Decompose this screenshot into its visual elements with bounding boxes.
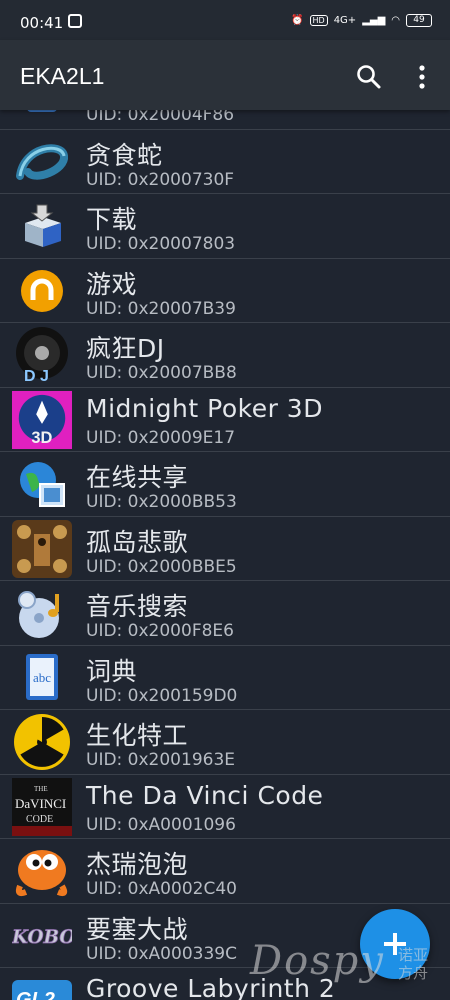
app-uid: UID: 0xA0001096 [86,814,236,835]
app-name: 生化特工 [86,721,189,750]
dictionary-icon: abc [12,650,72,706]
jerry-bubble-icon [12,843,72,899]
app-name: 在线共享 [86,463,189,492]
svg-text:KOBO: KOBO [12,926,72,947]
app-uid: UID: 0x200159D0 [86,685,238,706]
svg-text:CODE: CODE [26,814,53,825]
app-list[interactable]: UID: 0x20004F86 贪食蛇 UID: 0x2000730F 下载 U… [0,110,450,1000]
app-name: 下载 [86,205,138,234]
plus-icon [384,933,406,955]
download-icon [12,198,72,254]
svg-text:3D: 3D [31,429,52,447]
app-name: Midnight Poker 3D [86,393,323,423]
overflow-menu-button[interactable] [410,64,434,90]
games-icon [12,263,72,319]
alarm-icon: ⏰ [291,15,304,26]
app-name: 游戏 [86,269,138,299]
poker-3d-icon: 3D [12,390,72,449]
wifi-icon: ◠ [391,15,400,26]
app-name: 孤岛悲歌 [86,527,189,557]
add-app-button[interactable] [360,909,430,979]
app-uid: UID: 0x2001963E [86,750,236,770]
search-button[interactable] [356,64,382,90]
list-item[interactable]: abc 词典 UID: 0x200159D0 [0,646,450,710]
svg-text:D J: D J [24,368,49,383]
app-uid: UID: 0x2000730F [86,169,235,190]
list-item[interactable]: UID: 0x20004F86 [0,110,450,130]
app-name: 杰瑞泡泡 [86,850,189,879]
list-item[interactable]: 生化特工 UID: 0x2001963E [0,710,450,775]
app-uid: UID: 0x20007803 [86,234,236,254]
app-name: 词典 [86,656,138,686]
music-search-icon [12,585,72,641]
svg-text:THE: THE [34,785,48,793]
list-item[interactable]: 下载 UID: 0x20007803 [0,194,450,259]
app-name: 要塞大战 [86,914,189,944]
app-title: EKA2L1 [20,63,105,89]
app-uid: UID: 0xA0002C40 [86,879,237,899]
kobo-fortress-icon: KOBO [12,908,72,964]
more-vert-icon [419,65,425,89]
online-share-icon [12,456,72,512]
notification-icon [68,14,82,28]
snake-game-icon [12,134,72,190]
status-bar: 00:41 ⏰ HD 4G+ ▂▄▆ ◠ 49 [0,0,450,40]
list-item[interactable]: 音乐搜索 UID: 0x2000F8E6 [0,581,450,646]
list-item[interactable]: 贪食蛇 UID: 0x2000730F [0,130,450,194]
svg-text:DaVINCI: DaVINCI [15,796,66,811]
search-icon [357,65,381,89]
app-name: Groove Labyrinth 2 [86,974,336,1000]
list-item[interactable]: D J 疯狂DJ UID: 0x20007BB8 [0,323,450,388]
app-uid: UID: 0x20007B39 [86,298,236,319]
app-uid: UID: 0xA000339C [86,943,237,964]
app-bar: EKA2L1 [0,40,450,110]
groove-labyrinth-icon: GL2 [12,972,72,1000]
signal-icon: ▂▄▆ [362,15,386,26]
app-name: 音乐搜索 [86,592,189,621]
status-time: 00:41 [20,14,64,32]
da-vinci-code-icon: THE DaVINCI CODE [12,777,72,836]
svg-text:GL2: GL2 [16,989,55,1000]
app-uid: UID: 0x20007BB8 [86,363,237,383]
app-icon [12,110,72,125]
list-item[interactable]: 杰瑞泡泡 UID: 0xA0002C40 [0,839,450,904]
battery-icon: 49 [406,14,432,27]
radiation-icon [12,714,72,770]
app-uid: UID: 0x2000BBE5 [86,556,237,577]
list-item[interactable]: THE DaVINCI CODE The Da Vinci Code UID: … [0,775,450,839]
crazy-dj-icon: D J [12,327,72,383]
app-uid: UID: 0x20009E17 [86,427,236,448]
list-item[interactable]: 孤岛悲歌 UID: 0x2000BBE5 [0,517,450,581]
list-item[interactable]: 在线共享 UID: 0x2000BB53 [0,452,450,517]
network-label: 4G+ [333,15,357,26]
app-name: 疯狂DJ [86,334,165,363]
app-name: 贪食蛇 [86,140,163,170]
hd-icon: HD [309,15,328,26]
app-uid: UID: 0x2000BB53 [86,492,237,512]
app-uid: UID: 0x2000F8E6 [86,621,234,641]
island-game-icon [12,519,72,578]
app-name: The Da Vinci Code [86,780,324,810]
list-item[interactable]: 游戏 UID: 0x20007B39 [0,259,450,323]
app-uid: UID: 0x20004F86 [86,110,235,125]
status-icons: ⏰ HD 4G+ ▂▄▆ ◠ 49 [291,14,432,27]
list-item[interactable]: 3D Midnight Poker 3D UID: 0x20009E17 [0,388,450,452]
svg-text:abc: abc [33,670,51,685]
